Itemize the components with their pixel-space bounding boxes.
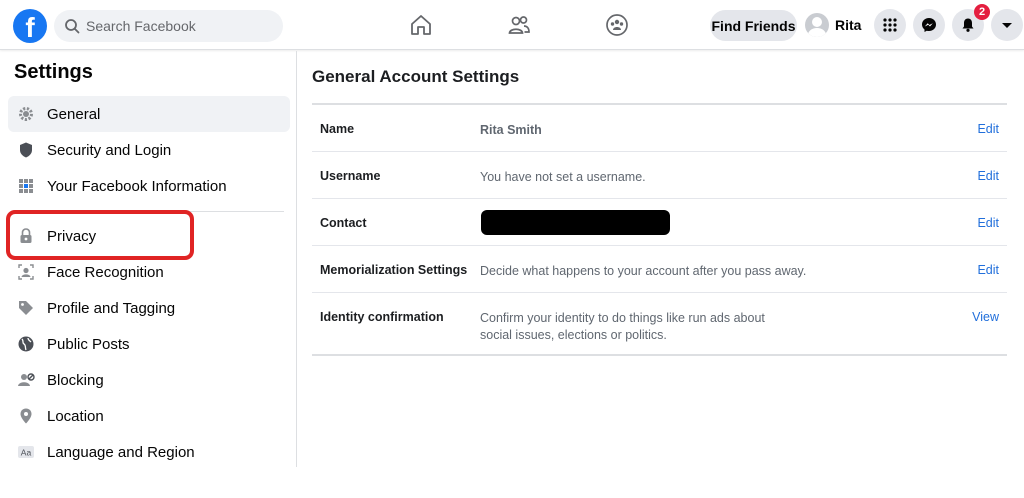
profile-name: Rita bbox=[835, 17, 862, 33]
sidebar-item-label: General bbox=[47, 105, 101, 123]
sidebar-item-label: Public Posts bbox=[47, 335, 130, 353]
find-friends-button[interactable]: Find Friends bbox=[710, 10, 797, 41]
sidebar-item-facebook-information[interactable]: Your Facebook Information bbox=[8, 168, 290, 204]
tag-icon bbox=[16, 298, 36, 318]
caret-down-icon bbox=[1002, 23, 1012, 28]
search-box[interactable] bbox=[54, 10, 283, 42]
search-icon bbox=[65, 19, 80, 34]
location-pin-icon bbox=[16, 406, 36, 426]
messenger-button[interactable] bbox=[913, 9, 945, 41]
privacy-highlight-box bbox=[6, 210, 194, 260]
gear-icon bbox=[16, 104, 36, 124]
facebook-logo[interactable]: f bbox=[13, 9, 47, 43]
avatar bbox=[805, 13, 829, 37]
notifications-icon bbox=[962, 18, 974, 32]
language-icon: Aa bbox=[16, 442, 36, 462]
top-navigation-bar: f Find Friends Rita 2 bbox=[0, 0, 1024, 50]
edit-memorialization-link[interactable]: Edit bbox=[977, 263, 999, 277]
edit-name-link[interactable]: Edit bbox=[977, 122, 999, 136]
profile-link[interactable]: Rita bbox=[805, 9, 861, 41]
page-title: General Account Settings bbox=[312, 67, 520, 86]
menu-button[interactable] bbox=[874, 9, 906, 41]
sidebar-item-public-posts[interactable]: Public Posts bbox=[8, 326, 290, 362]
facebook-info-icon bbox=[16, 176, 36, 196]
row-value: You have not set a username. bbox=[480, 170, 646, 184]
row-label: Username bbox=[320, 169, 381, 183]
notification-badge: 2 bbox=[974, 4, 990, 20]
settings-row-username[interactable]: Username You have not set a username. Ed… bbox=[312, 152, 1007, 199]
sidebar-item-location[interactable]: Location bbox=[8, 398, 290, 434]
row-label: Identity confirmation bbox=[320, 310, 444, 324]
svg-text:Aa: Aa bbox=[21, 448, 32, 458]
search-input[interactable] bbox=[86, 18, 266, 34]
settings-row-name[interactable]: Name Rita Smith Edit bbox=[312, 105, 1007, 152]
settings-row-memorialization[interactable]: Memorialization Settings Decide what hap… bbox=[312, 246, 1007, 293]
row-value: Rita Smith bbox=[480, 123, 542, 137]
sidebar-title: Settings bbox=[14, 61, 93, 83]
settings-row-contact[interactable]: Contact Edit bbox=[312, 199, 1007, 246]
globe-icon bbox=[16, 334, 36, 354]
settings-row-identity-confirmation[interactable]: Identity confirmation Confirm your ident… bbox=[312, 293, 1007, 354]
row-value: Confirm your identity to do things like … bbox=[480, 310, 765, 344]
sidebar-item-label: Location bbox=[47, 407, 104, 425]
row-label: Memorialization Settings bbox=[320, 263, 468, 277]
home-icon[interactable] bbox=[406, 10, 436, 40]
row-value-line: Confirm your identity to do things like … bbox=[480, 311, 765, 325]
row-label: Contact bbox=[320, 216, 367, 230]
view-identity-link[interactable]: View bbox=[972, 310, 999, 324]
sidebar-item-label: Language and Region bbox=[47, 443, 195, 461]
redacted-contact-value bbox=[481, 210, 670, 235]
row-label: Name bbox=[320, 122, 355, 136]
face-recognition-icon bbox=[16, 262, 36, 282]
sidebar-item-label: Face Recognition bbox=[47, 263, 164, 281]
sidebar-item-label: Your Facebook Information bbox=[47, 177, 227, 195]
edit-contact-link[interactable]: Edit bbox=[977, 216, 999, 230]
sidebar-item-profile-tagging[interactable]: Profile and Tagging bbox=[8, 290, 290, 326]
edit-username-link[interactable]: Edit bbox=[977, 169, 999, 183]
row-value: Decide what happens to your account afte… bbox=[480, 264, 807, 278]
sidebar-item-label: Blocking bbox=[47, 371, 104, 389]
sidebar-item-security[interactable]: Security and Login bbox=[8, 132, 290, 168]
sidebar-item-blocking[interactable]: Blocking bbox=[8, 362, 290, 398]
groups-icon[interactable] bbox=[602, 10, 632, 40]
sidebar-item-language-region[interactable]: Aa Language and Region bbox=[8, 434, 290, 470]
row-value-line: social issues, elections or politics. bbox=[480, 328, 667, 342]
blocking-icon bbox=[16, 370, 36, 390]
sidebar-item-label: Profile and Tagging bbox=[47, 299, 176, 317]
menu-grid-icon bbox=[883, 18, 897, 32]
account-menu-button[interactable] bbox=[991, 9, 1023, 41]
sidebar-item-general[interactable]: General bbox=[8, 96, 290, 132]
friends-icon[interactable] bbox=[504, 10, 534, 40]
sidebar-item-label: Security and Login bbox=[47, 141, 172, 159]
messenger-icon bbox=[922, 18, 936, 32]
general-settings-table: Name Rita Smith Edit Username You have n… bbox=[312, 103, 1007, 356]
shield-icon bbox=[16, 140, 36, 160]
